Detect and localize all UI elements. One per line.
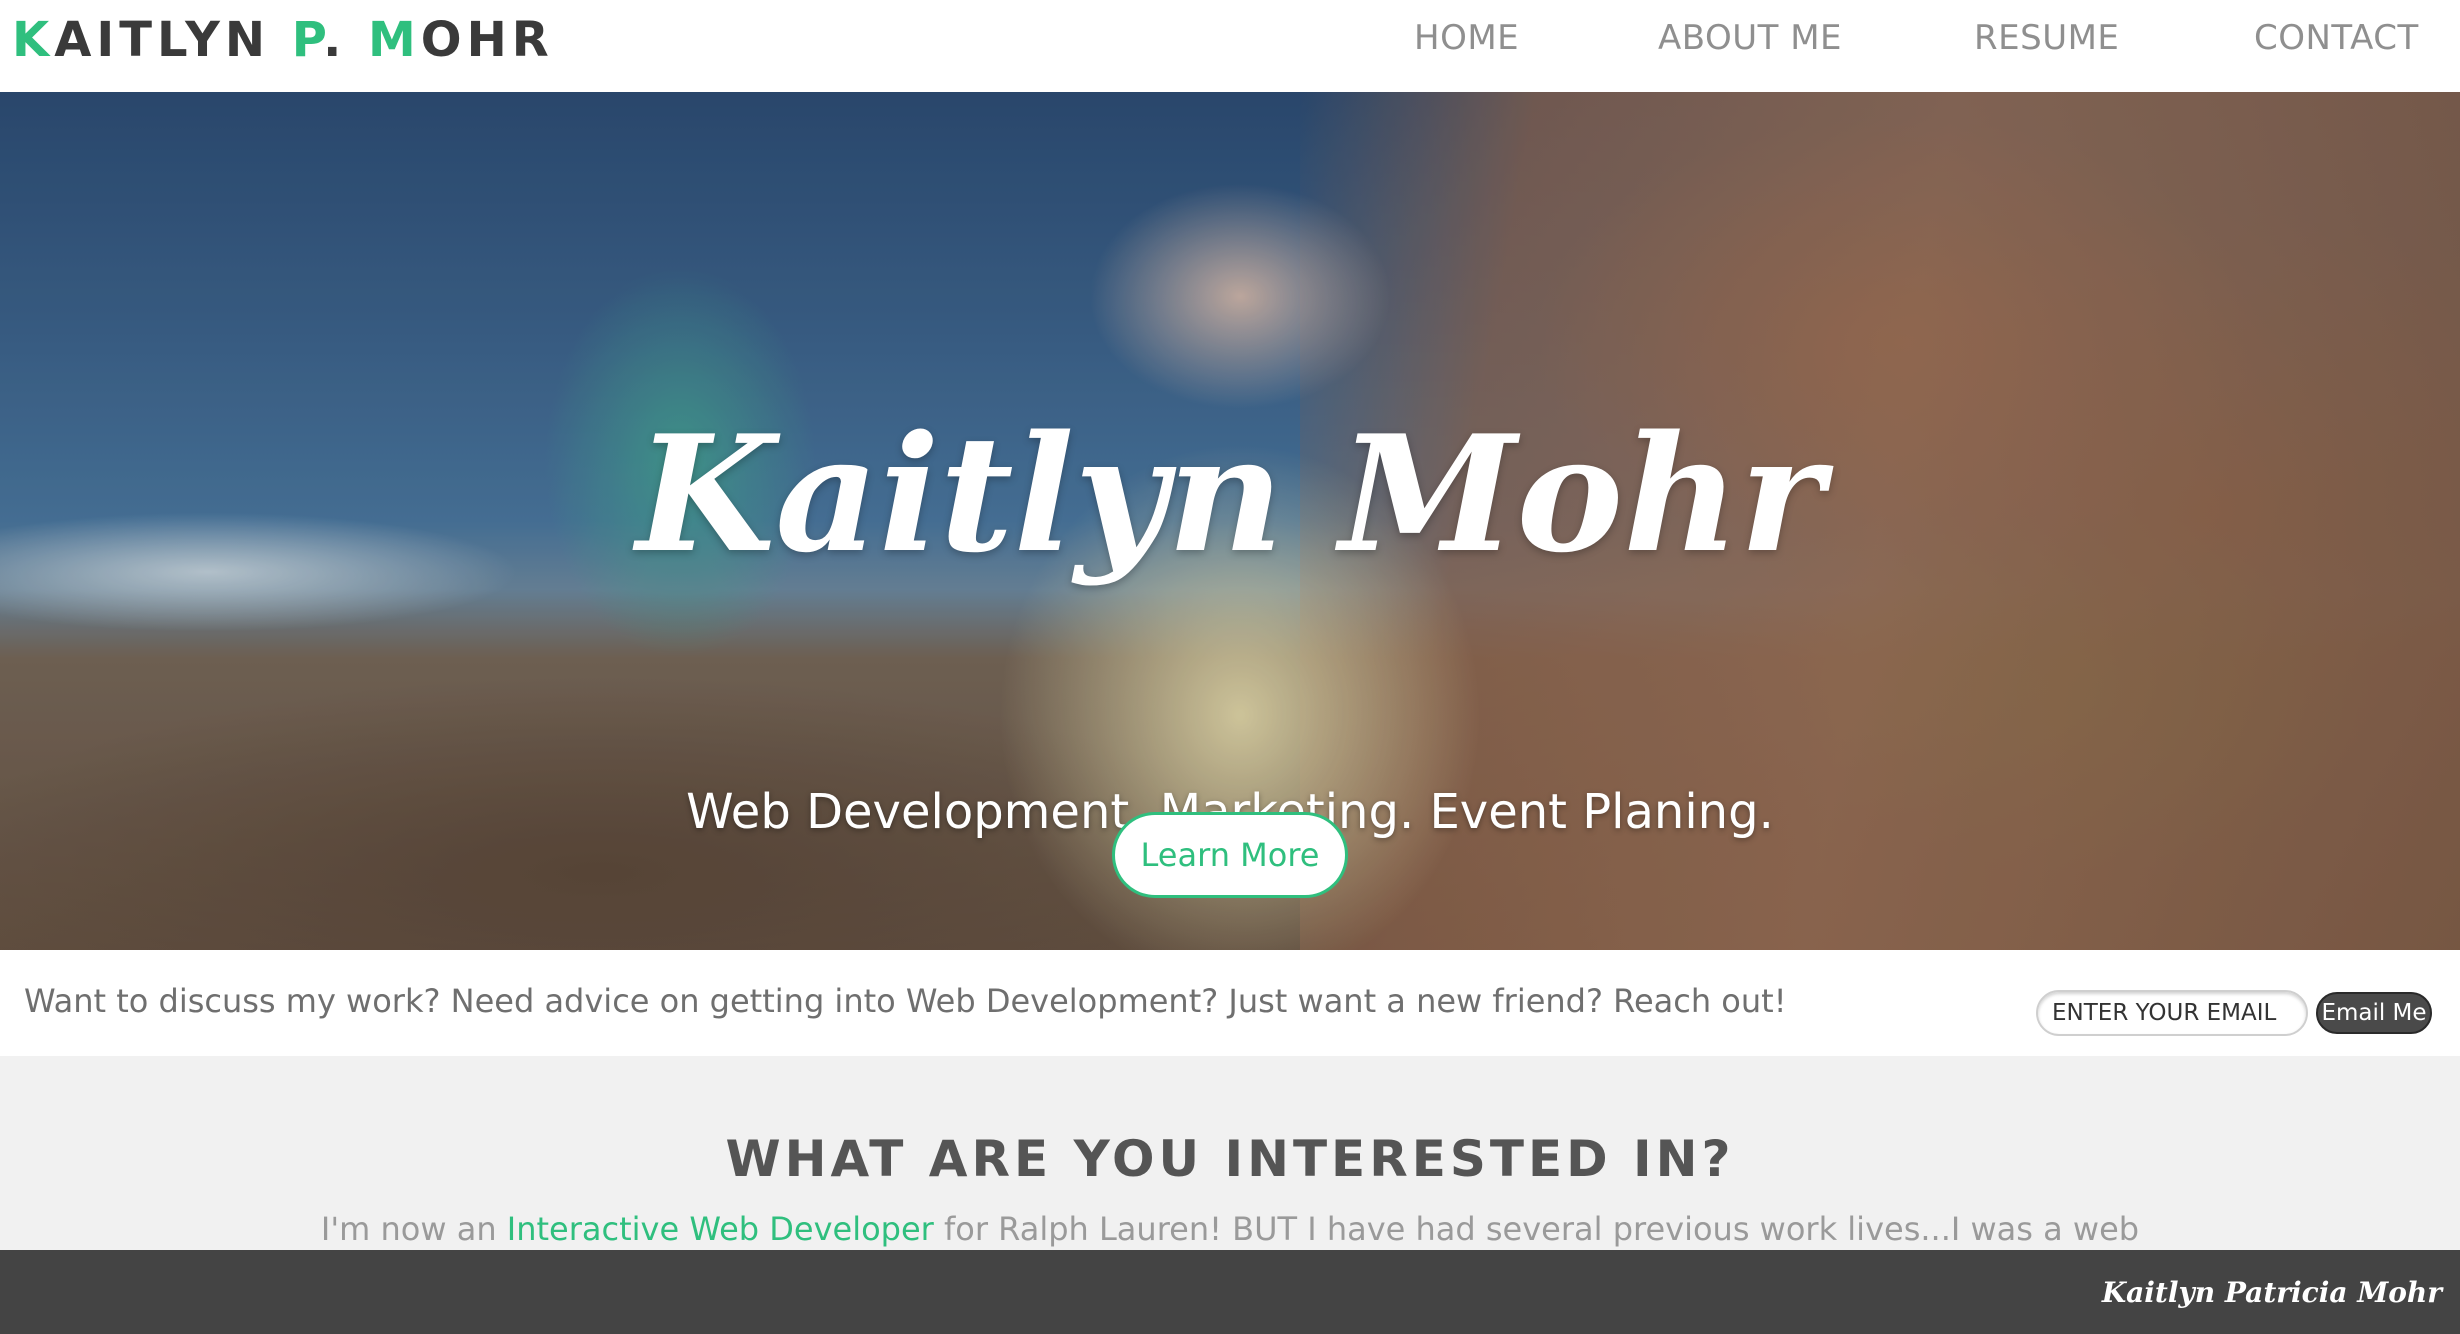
footer: Kaitlyn Patricia Mohr bbox=[0, 1250, 2460, 1334]
site-logo[interactable]: KAITLYN P. MOHR bbox=[12, 12, 554, 68]
nav-home-link[interactable]: HOME bbox=[1414, 18, 1519, 58]
interests-highlight-link[interactable]: Interactive Web Developer bbox=[507, 1210, 934, 1248]
interests-heading: WHAT ARE YOU INTERESTED IN? bbox=[725, 1130, 1735, 1188]
email-me-button[interactable]: Email Me bbox=[2316, 992, 2432, 1034]
email-input[interactable] bbox=[2036, 990, 2308, 1036]
nav-resume-link[interactable]: RESUME bbox=[1974, 18, 2119, 58]
learn-more-button[interactable]: Learn More bbox=[1112, 812, 1348, 898]
hero-title: Kaitlyn Mohr bbox=[636, 400, 1824, 588]
interests-intro: I'm now an Interactive Web Developer for… bbox=[0, 1210, 2460, 1248]
nav-contact-link[interactable]: CONTACT bbox=[2254, 18, 2419, 58]
logo-text-dot: . bbox=[323, 12, 369, 68]
logo-text-aitlyn: AITLYN bbox=[54, 12, 292, 68]
email-prompt: Want to discuss my work? Need advice on … bbox=[24, 982, 1787, 1020]
logo-letter-k: K bbox=[12, 12, 55, 68]
logo-letter-m: M bbox=[368, 12, 421, 68]
interests-text-before: I'm now an bbox=[320, 1210, 507, 1248]
logo-text-ohr: OHR bbox=[420, 12, 554, 68]
top-navbar: KAITLYN P. MOHR HOME ABOUT ME RESUME CON… bbox=[0, 0, 2460, 92]
nav-about-link[interactable]: ABOUT ME bbox=[1658, 18, 1842, 58]
interests-text-after: for Ralph Lauren! BUT I have had several… bbox=[933, 1210, 2140, 1248]
interests-section: WHAT ARE YOU INTERESTED IN? I'm now an I… bbox=[0, 1056, 2460, 1250]
email-signup-bar: Want to discuss my work? Need advice on … bbox=[0, 950, 2460, 1056]
logo-letter-p: P bbox=[291, 12, 324, 68]
footer-signature: Kaitlyn Patricia Mohr bbox=[2101, 1276, 2442, 1309]
